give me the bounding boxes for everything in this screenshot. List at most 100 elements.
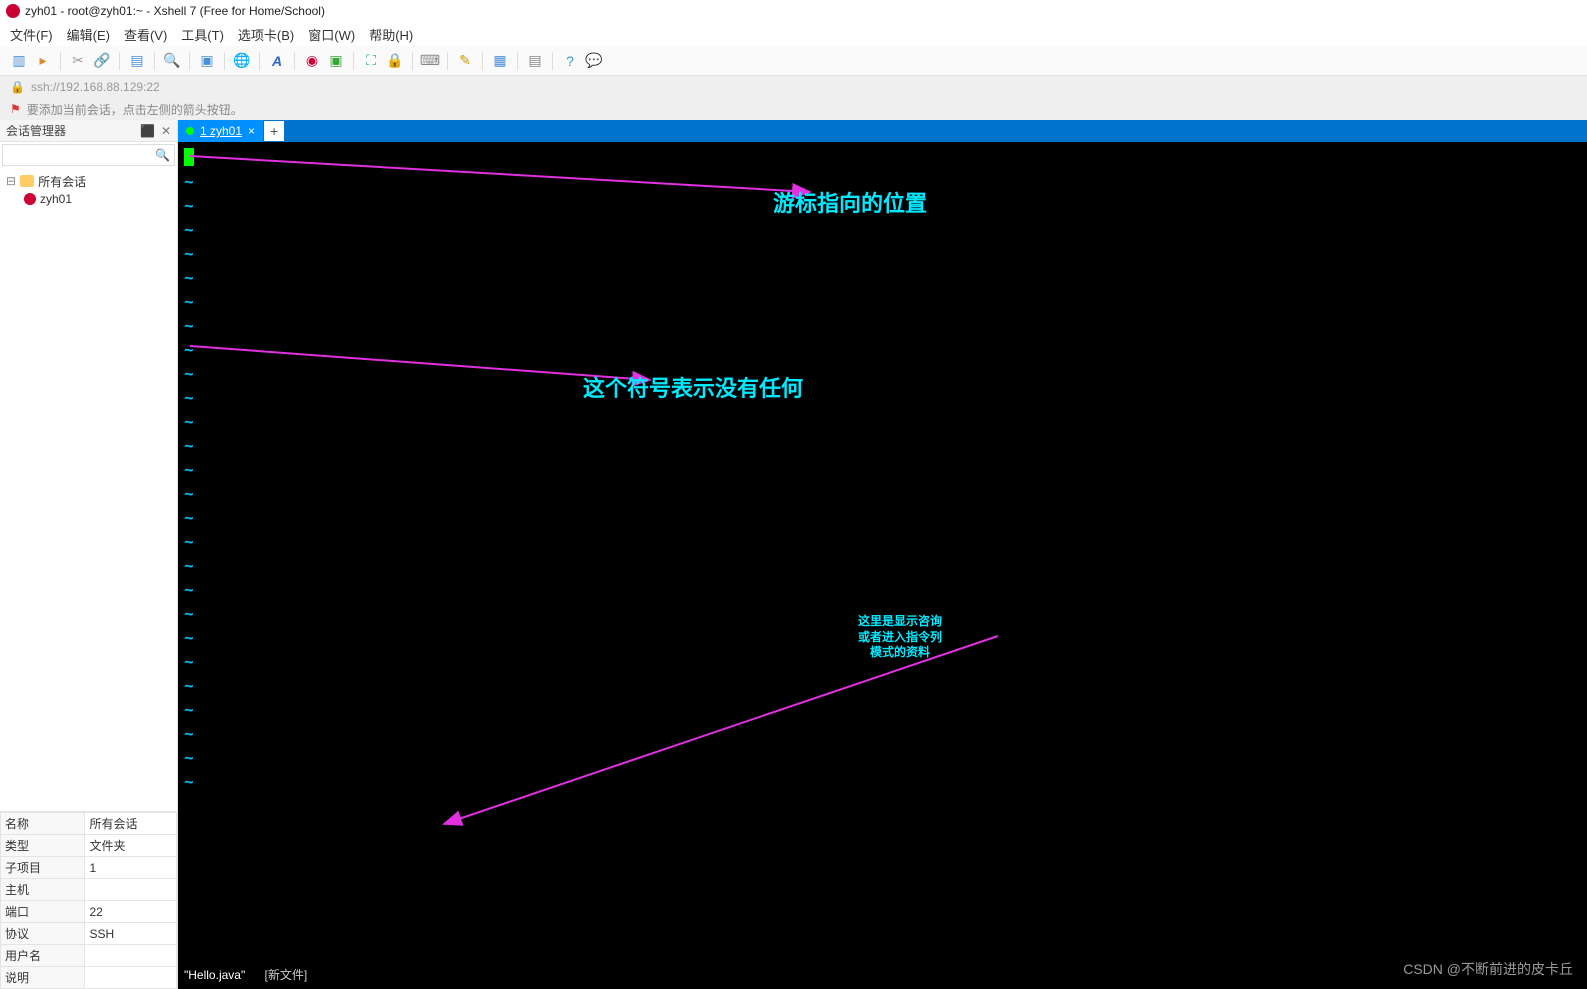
tree-session[interactable]: zyh01	[6, 190, 171, 208]
sidebar-search[interactable]: 🔍	[2, 144, 175, 166]
address-bar: 🔒 ssh://192.168.88.129:22	[0, 76, 1587, 98]
prop-key: 类型	[1, 835, 85, 857]
tilde-icon: ~	[184, 604, 194, 623]
disconnect-icon[interactable]: ✂	[69, 52, 87, 70]
tilde-icon: ~	[184, 580, 194, 599]
lock-icon[interactable]: 🔒	[386, 52, 404, 70]
tilde-icon: ~	[184, 388, 194, 407]
vim-status-line: "Hello.java" [新文件]	[184, 964, 307, 983]
menu-help[interactable]: 帮助(H)	[369, 25, 413, 44]
properties-icon[interactable]: ▤	[128, 52, 146, 70]
menu-file[interactable]: 文件(F)	[10, 25, 53, 44]
sidebar-properties: 名称所有会话 类型文件夹 子项目1 主机 端口22 协议SSH 用户名 说明	[0, 811, 177, 989]
toolbar: ▥ ▸ ✂ 🔗 ▤ 🔍 ▣ 🌐 A ◉ ▣ ⛶ 🔒 ⌨ ✎ ▦ ▤ ? 💬	[0, 46, 1587, 76]
tilde-icon: ~	[184, 220, 194, 239]
prop-val	[85, 879, 177, 901]
prop-val: 所有会话	[85, 813, 177, 835]
menu-view[interactable]: 查看(V)	[124, 25, 167, 44]
prop-val	[85, 967, 177, 989]
close-icon[interactable]: ✕	[161, 124, 171, 138]
tab-add-button[interactable]: +	[264, 121, 284, 141]
tilde-icon: ~	[184, 436, 194, 455]
sidebar-title: 会话管理器	[6, 122, 66, 139]
open-icon[interactable]: ▸	[34, 52, 52, 70]
prop-val	[85, 945, 177, 967]
fullscreen-icon[interactable]: ⛶	[362, 52, 380, 70]
tilde-icon: ~	[184, 532, 194, 551]
sidebar-header: 会话管理器 ⬛ ✕	[0, 120, 177, 142]
tilde-icon: ~	[184, 676, 194, 695]
menu-window[interactable]: 窗口(W)	[308, 25, 355, 44]
tree-root[interactable]: ⊟ 所有会话	[6, 172, 171, 190]
tilde-icon: ~	[184, 460, 194, 479]
annotation-status: 这里是显示咨询 或者进入指令列 模式的资料	[858, 614, 942, 661]
titlebar: zyh01 - root@zyh01:~ - Xshell 7 (Free fo…	[0, 0, 1587, 22]
folder-icon	[20, 175, 34, 187]
tip-bar: ⚑ 要添加当前会话，点击左侧的箭头按钮。	[0, 98, 1587, 120]
prop-key: 协议	[1, 923, 85, 945]
xftp-icon[interactable]: ▣	[327, 52, 345, 70]
keyboard-icon[interactable]: ⌨	[421, 52, 439, 70]
address-text[interactable]: ssh://192.168.88.129:22	[31, 80, 160, 94]
xshell-icon[interactable]: ◉	[303, 52, 321, 70]
tilde-icon: ~	[184, 484, 194, 503]
layout2-icon[interactable]: ▤	[526, 52, 544, 70]
tilde-icon: ~	[184, 340, 194, 359]
prop-key: 端口	[1, 901, 85, 923]
flag-icon: ⚑	[10, 102, 21, 116]
prop-key: 名称	[1, 813, 85, 835]
reconnect-icon[interactable]: 🔗	[93, 52, 111, 70]
annotation-tilde: 这个符号表示没有任何	[583, 375, 803, 404]
tilde-icon: ~	[184, 268, 194, 287]
window-title: zyh01 - root@zyh01:~ - Xshell 7 (Free fo…	[25, 4, 325, 18]
tilde-icon: ~	[184, 412, 194, 431]
tip-text: 要添加当前会话，点击左侧的箭头按钮。	[27, 101, 243, 118]
menu-tabs[interactable]: 选项卡(B)	[238, 25, 294, 44]
highlight-icon[interactable]: ✎	[456, 52, 474, 70]
prop-key: 说明	[1, 967, 85, 989]
expand-icon[interactable]: ⊟	[6, 174, 16, 188]
tilde-icon: ~	[184, 700, 194, 719]
tilde-icon: ~	[184, 556, 194, 575]
layout1-icon[interactable]: ▦	[491, 52, 509, 70]
tilde-icon: ~	[184, 316, 194, 335]
tilde-icon: ~	[184, 508, 194, 527]
menu-edit[interactable]: 编辑(E)	[67, 25, 110, 44]
menu-tools[interactable]: 工具(T)	[181, 25, 224, 44]
font-icon[interactable]: A	[268, 52, 286, 70]
copy-icon[interactable]: ▣	[198, 52, 216, 70]
tree-root-label: 所有会话	[38, 173, 86, 190]
tab-label: 1 zyh01	[200, 124, 242, 138]
tilde-icon: ~	[184, 724, 194, 743]
prop-val: SSH	[85, 923, 177, 945]
new-session-icon[interactable]: ▥	[10, 52, 28, 70]
prop-key: 子项目	[1, 857, 85, 879]
globe-icon[interactable]: 🌐	[233, 52, 251, 70]
sidebar: 会话管理器 ⬛ ✕ 🔍 ⊟ 所有会话 zyh01 名称所有会话 类型文件夹	[0, 120, 178, 989]
search-icon[interactable]: 🔍	[163, 52, 181, 70]
tilde-icon: ~	[184, 748, 194, 767]
prop-key: 主机	[1, 879, 85, 901]
tilde-icon: ~	[184, 196, 194, 215]
cursor	[184, 148, 194, 166]
session-tree: ⊟ 所有会话 zyh01	[0, 168, 177, 811]
tilde-icon: ~	[184, 172, 194, 191]
tilde-icon: ~	[184, 628, 194, 647]
app-logo-icon	[6, 4, 20, 18]
prop-val: 1	[85, 857, 177, 879]
tilde-icon: ~	[184, 244, 194, 263]
tab-close-icon[interactable]: ×	[248, 124, 255, 138]
help-icon[interactable]: ?	[561, 52, 579, 70]
main-area: 1 zyh01 × + "Hello.java" [新文件] 游标指向的位置	[178, 120, 1587, 989]
pin-icon[interactable]: ⬛	[140, 124, 155, 138]
lock-icon: 🔒	[10, 80, 25, 94]
feedback-icon[interactable]: 💬	[585, 52, 603, 70]
terminal[interactable]: "Hello.java" [新文件] 游标指向的位置 这个符号表示没有任何 这里…	[178, 142, 1587, 989]
search-icon: 🔍	[155, 148, 170, 162]
tree-session-label: zyh01	[40, 192, 72, 206]
menubar: 文件(F) 编辑(E) 查看(V) 工具(T) 选项卡(B) 窗口(W) 帮助(…	[0, 22, 1587, 46]
tab-session[interactable]: 1 zyh01 ×	[178, 120, 263, 142]
session-icon	[24, 193, 36, 205]
watermark: CSDN @不断前进的皮卡丘	[1403, 959, 1573, 979]
prop-val: 文件夹	[85, 835, 177, 857]
